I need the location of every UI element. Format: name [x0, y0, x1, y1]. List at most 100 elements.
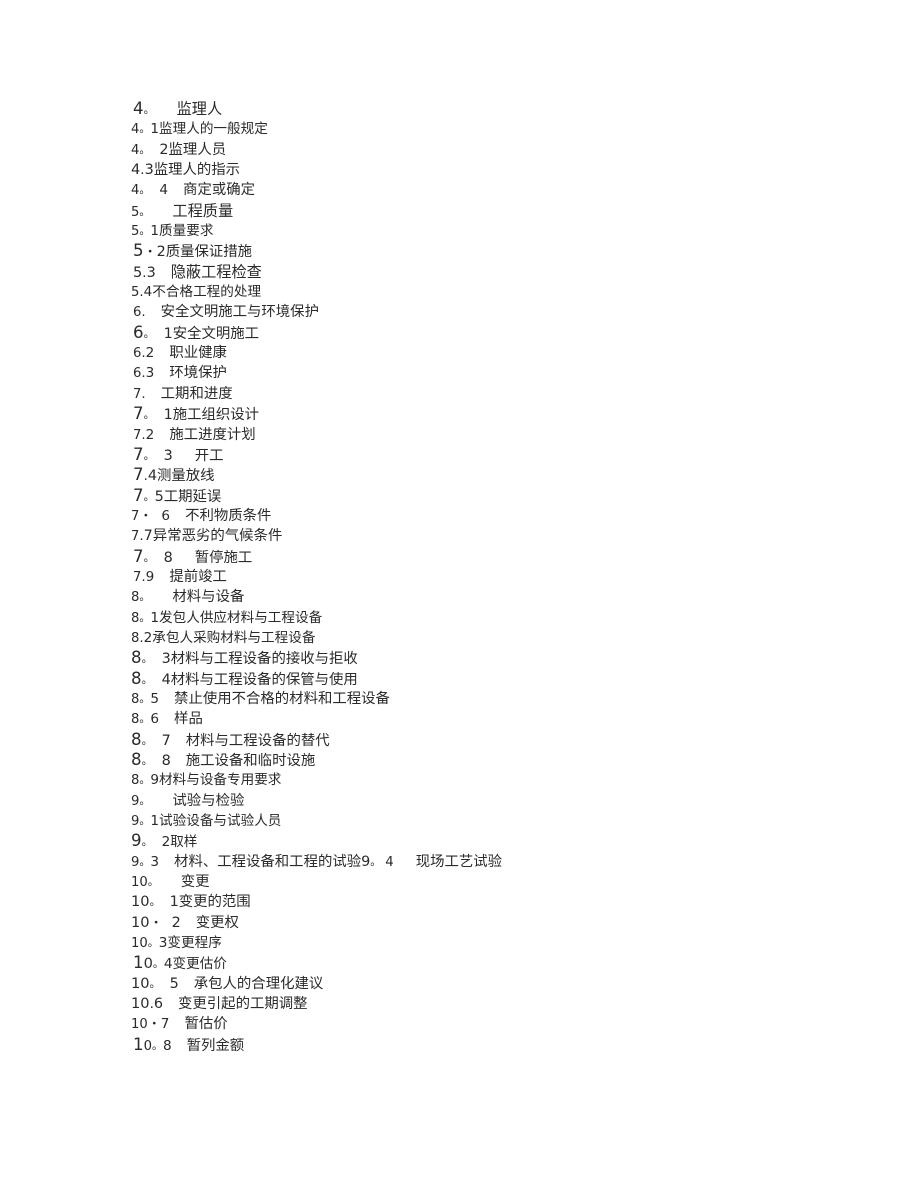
entry-separator: ・ — [147, 1017, 161, 1033]
toc-entry[interactable]: 10.6 变更引起的工期调整 — [131, 994, 891, 1014]
entry-separator: 。 — [139, 183, 151, 197]
entry-title-merged: 现场工艺试验 — [415, 853, 503, 870]
toc-entry[interactable]: 8。 3材料与工程设备的接收与拒收 — [131, 648, 891, 668]
toc-entry[interactable]: 5。 工程质量 — [131, 201, 891, 221]
entry-title: 2 — [171, 914, 181, 931]
entry-title: 1监理人的一般规定 — [150, 121, 268, 138]
toc-entry[interactable]: 10。 变更 — [131, 872, 891, 892]
toc-entry[interactable]: 5・2质量保证措施 — [131, 241, 891, 261]
toc-entry[interactable]: 8.2承包人采购材料与工程设备 — [131, 628, 891, 648]
toc-entry[interactable]: 9。 试验与检验 — [131, 791, 891, 811]
entry-separator: 。 — [141, 835, 153, 849]
entry-separator: 。 — [149, 895, 161, 909]
toc-entry[interactable]: 8。6 样品 — [131, 709, 891, 729]
toc-entry[interactable]: 10・7 暂估价 — [131, 1014, 891, 1034]
entry-separator: 。 — [143, 550, 155, 564]
entry-title: 4 — [159, 182, 169, 199]
toc-entry[interactable]: 4。 2监理人员 — [131, 140, 891, 160]
entry-number: 8 — [131, 668, 142, 688]
entry-title: 变更 — [180, 874, 210, 891]
entry-separator: 。 — [139, 142, 151, 156]
entry-number: 9 — [131, 831, 142, 851]
toc-entry[interactable]: 6。 1安全文明施工 — [131, 323, 891, 343]
toc-entry[interactable]: 4.3监理人的指示 — [131, 160, 891, 180]
toc-entry[interactable]: 7。 1施工组织设计 — [131, 404, 891, 424]
entry-number: 5 — [133, 241, 144, 261]
toc-entry[interactable]: 7。 8 暂停施工 — [131, 547, 891, 567]
entry-title-tail: 隐蔽工程检查 — [170, 262, 262, 281]
entry-number: 0 — [143, 955, 153, 973]
entry-title: 7异常恶劣的气候条件 — [143, 528, 283, 545]
entry-number: 6 — [133, 322, 144, 342]
toc-entry[interactable]: 5。1质量要求 — [131, 221, 891, 241]
entry-number: 10 — [131, 936, 148, 952]
entry-title: 2 — [145, 426, 155, 443]
entry-title-tail: 材料与工程设备的替代 — [185, 732, 330, 749]
toc-entry[interactable]: 10・ 2 变更权 — [131, 913, 891, 933]
entry-separator: 。 — [143, 103, 155, 116]
entry-separator: ・ — [143, 245, 157, 261]
entry-separator: 。 — [141, 672, 153, 686]
entry-title: 6 — [153, 996, 163, 1013]
entry-number-lead: 1 — [133, 1034, 144, 1054]
entry-title: 1安全文明施工 — [163, 325, 260, 342]
toc-entry[interactable]: 6.2 职业健康 — [131, 343, 891, 363]
entry-separator: 。 — [139, 712, 151, 726]
entry-title: 4测量放线 — [147, 468, 215, 485]
toc-entry[interactable]: 8。9材料与设备专用要求 — [131, 770, 891, 790]
toc-entry[interactable]: 10。 5 承包人的合理化建议 — [131, 974, 891, 994]
entry-title-tail: 商定或确定 — [183, 182, 256, 199]
entry-number: 8 — [131, 750, 142, 769]
toc-entry[interactable]: 10。8 暂列金额 — [131, 1035, 891, 1055]
toc-entry[interactable]: 7・ 6 不利物质条件 — [131, 506, 891, 526]
toc-entry[interactable]: 8。 8 施工设备和临时设施 — [131, 750, 891, 770]
toc-entry[interactable]: 8。5 禁止使用不合格的材料和工程设备 — [131, 689, 891, 709]
toc-entry[interactable]: 4。1监理人的一般规定 — [131, 119, 891, 139]
entry-title-tail: 样品 — [174, 711, 203, 728]
toc-entry[interactable]: 8。 材料与设备 — [131, 587, 891, 607]
entry-separator-merged: 。 — [370, 854, 382, 868]
toc-entry[interactable]: 10。 1变更的范围 — [131, 892, 891, 912]
entry-separator: 。 — [143, 448, 155, 462]
entry-number: 10 — [131, 1017, 148, 1033]
toc-entry[interactable]: 4。 监理人 — [131, 99, 891, 119]
toc-entry[interactable]: 7. 工期和进度 — [131, 384, 891, 404]
entry-separator: . — [141, 305, 146, 321]
toc-entry[interactable]: 7.9 提前竣工 — [131, 567, 891, 587]
toc-entry[interactable]: 10。3变更程序 — [131, 933, 891, 953]
toc-entry[interactable]: 6. 安全文明施工与环境保护 — [131, 302, 891, 322]
entry-title-tail: 不利物质条件 — [185, 507, 272, 524]
toc-entry[interactable]: 8。 4材料与工程设备的保管与使用 — [131, 669, 891, 689]
toc-entry[interactable]: 7.2 施工进度计划 — [131, 425, 891, 445]
entry-title: 2 — [145, 345, 155, 362]
entry-separator: 。 — [139, 610, 151, 624]
toc-entry[interactable]: 10。4变更估价 — [131, 953, 891, 973]
toc-entry[interactable]: 9。3 材料、工程设备和工程的试验9。 4 现场工艺试验 — [131, 852, 891, 872]
table-of-contents-list: 4。 监理人 4。1监理人的一般规定 4。 2监理人员 4.3监理人的指示 4。 4 商定或确定… — [131, 99, 891, 1055]
toc-entry[interactable]: 5.3 隐蔽工程检查 — [131, 262, 891, 282]
entry-number-merged: 4 — [385, 854, 394, 870]
toc-entry[interactable]: 4。 4 商定或确定 — [131, 180, 891, 200]
toc-entry[interactable]: 8。1发包人供应材料与工程设备 — [131, 608, 891, 628]
toc-entry[interactable]: 6.3 环境保护 — [131, 363, 891, 383]
toc-entry[interactable]: 7。 3 开工 — [131, 445, 891, 465]
entry-separator: 。 — [149, 976, 161, 990]
entry-title-tail: 职业健康 — [169, 345, 227, 362]
entry-title: 3 — [145, 365, 155, 382]
toc-entry[interactable]: 7。5工期延误 — [131, 486, 891, 506]
entry-separator: ・ — [149, 915, 163, 931]
entry-title: 1发包人供应材料与工程设备 — [150, 609, 323, 626]
toc-entry[interactable]: 8。 7 材料与工程设备的替代 — [131, 730, 891, 750]
toc-entry[interactable]: 5.4不合格工程的处理 — [131, 282, 891, 302]
toc-entry[interactable]: 7.4测量放线 — [131, 465, 891, 485]
entry-separator: 。 — [151, 1038, 163, 1052]
entry-title: 7 — [160, 1016, 170, 1033]
entry-number: 8 — [131, 729, 142, 749]
toc-entry[interactable]: 7.7异常恶劣的气候条件 — [131, 526, 891, 546]
document-page: 4。 监理人 4。1监理人的一般规定 4。 2监理人员 4.3监理人的指示 4。 4 商定或确定… — [0, 0, 920, 1191]
toc-entry[interactable]: 9。1试验设备与试验人员 — [131, 811, 891, 831]
entry-title-tail: 施工设备和临时设施 — [185, 753, 316, 769]
toc-entry[interactable]: 9。 2取样 — [131, 831, 891, 851]
entry-separator: 。 — [141, 754, 153, 767]
entry-title: 1质量要求 — [150, 223, 214, 240]
